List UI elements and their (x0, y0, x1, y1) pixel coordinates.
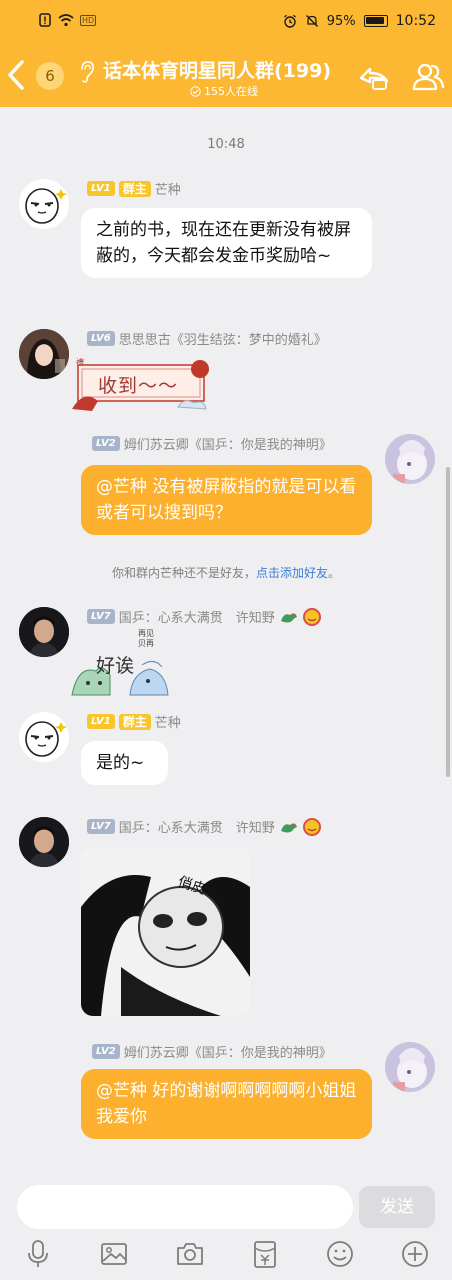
level-badge: LV7 (87, 819, 115, 834)
notice-end: 。 (328, 566, 341, 580)
sender-label: 芒种 (154, 716, 181, 731)
camera-icon[interactable] (175, 1239, 205, 1269)
message-bubble[interactable]: 之前的书，现在还在更新没有被屏蔽的，今天都会发金币奖励哈~ (81, 208, 372, 278)
message-list[interactable]: 10:48 LV1 群主 芒种 之前的书，现在还在更新没有被屏蔽的，今天都会发金… (0, 107, 452, 1177)
sender-name[interactable]: LV2 姆们苏云卿《国乒：你是我的神明》 (92, 434, 332, 453)
alert-icon (39, 13, 51, 27)
image-icon[interactable] (99, 1239, 129, 1269)
avatar[interactable] (19, 179, 69, 229)
emoji-badge-icon (302, 607, 321, 626)
status-bar: HD 95% 10:52 (0, 0, 452, 42)
add-friend-link[interactable]: 点击添加好友 (256, 566, 328, 580)
message-bubble[interactable]: @芒种 好的谢谢啊啊啊啊啊小姐姐我爱你 (81, 1069, 372, 1139)
sender-label: 国乒：心系大满贯 许知野 (118, 821, 275, 836)
avatar[interactable] (385, 434, 435, 484)
chat-header: HD 95% 10:52 6 话本体育明星同人群(199) 155人在线 (0, 0, 452, 107)
level-badge: LV1 (87, 714, 115, 729)
avatar[interactable] (19, 607, 69, 657)
battery-percent: 95% (326, 13, 356, 29)
clock: 10:52 (395, 13, 436, 29)
sticker-label: 收到～～ (98, 375, 179, 397)
alarm-icon (283, 14, 296, 28)
mute-bell-icon (305, 15, 318, 27)
group-title[interactable]: 话本体育明星同人群(199) (103, 56, 331, 83)
sender-label: 思思思古《羽生结弦：梦中的婚礼》 (118, 333, 327, 348)
unread-badge[interactable]: 6 (36, 62, 64, 90)
level-badge: LV2 (92, 436, 120, 451)
sender-name[interactable]: LV7 国乒：心系大满贯 许知野 (87, 607, 321, 626)
meme-face-icon (25, 188, 67, 224)
svg-text:禮: 禮 (76, 357, 84, 367)
anime-avatar-icon (385, 1042, 435, 1092)
level-badge: LV2 (92, 1044, 120, 1059)
owner-badge: 群主 (118, 713, 151, 730)
battery-icon (363, 15, 388, 27)
avatar[interactable] (19, 329, 69, 379)
group-members-icon[interactable] (410, 58, 446, 94)
sender-label: 国乒：心系大满贯 许知野 (118, 611, 275, 626)
level-badge: LV1 (87, 181, 115, 196)
sender-label: 姆们苏云卿《国乒：你是我的神明》 (123, 438, 332, 453)
sender-name[interactable]: LV7 国乒：心系大满贯 许知野 (87, 817, 321, 836)
sticker-panda-meme[interactable]: 俏皮 (81, 847, 250, 1016)
boy-avatar-icon (19, 817, 69, 867)
scrollbar[interactable] (446, 467, 450, 777)
send-button[interactable]: 发送 (359, 1186, 435, 1228)
plus-icon[interactable] (400, 1239, 430, 1269)
message-input[interactable] (17, 1185, 353, 1229)
sender-name[interactable]: LV6 思思思古《羽生结弦：梦中的婚礼》 (87, 329, 327, 348)
system-notice: 你和群内芒种还不是好友，点击添加好友。 (0, 564, 452, 581)
notice-text: 你和群内芒种还不是好友， (111, 566, 256, 580)
sender-name[interactable]: LV2 姆们苏云卿《国乒：你是我的神明》 (92, 1042, 332, 1061)
avatar[interactable] (19, 712, 69, 762)
sticker-received[interactable]: 好诶 再见 贝再 (70, 627, 170, 697)
level-badge: LV7 (87, 609, 115, 624)
sticker-small-label: 再见 贝再 (138, 629, 154, 648)
message-bubble[interactable]: 是的~ (81, 741, 168, 785)
sticker-received[interactable]: 禮 收到～～ (70, 355, 210, 413)
network-label: HD (80, 14, 97, 26)
meme-face-icon (25, 721, 67, 757)
sticker-label: 好诶 (96, 655, 135, 677)
girl-avatar-icon (19, 329, 69, 379)
sender-label: 姆们苏云卿《国乒：你是我的神明》 (123, 1046, 332, 1061)
red-packet-icon[interactable] (250, 1239, 280, 1269)
sender-name[interactable]: LV1 群主 芒种 (87, 712, 181, 731)
input-bar: 发送 (0, 1177, 452, 1280)
level-badge: LV6 (87, 331, 115, 346)
ear-icon[interactable] (79, 60, 95, 84)
emoji-icon[interactable] (325, 1239, 355, 1269)
group-chat-switch-icon[interactable] (356, 58, 392, 94)
avatar[interactable] (19, 817, 69, 867)
message-bubble[interactable]: @芒种 没有被屏蔽指的就是可以看或者可以搜到吗？ (81, 465, 372, 535)
dragon-icon (280, 822, 297, 832)
emoji-badge-icon (302, 817, 321, 836)
microphone-icon[interactable] (23, 1239, 53, 1269)
back-arrow-icon[interactable] (6, 58, 26, 92)
dragon-icon (280, 612, 297, 622)
anime-avatar-icon (385, 434, 435, 484)
wifi-icon (58, 14, 74, 27)
avatar[interactable] (385, 1042, 435, 1092)
title-bar: 6 话本体育明星同人群(199) 155人在线 (0, 50, 452, 100)
sender-name[interactable]: LV1 群主 芒种 (87, 179, 181, 198)
check-circle-icon (190, 85, 201, 97)
timestamp: 10:48 (207, 137, 245, 152)
sender-label: 芒种 (154, 183, 181, 198)
online-count: 155人在线 (190, 83, 258, 99)
online-label: 155人在线 (204, 85, 258, 98)
boy-avatar-icon (19, 607, 69, 657)
owner-badge: 群主 (118, 180, 151, 197)
